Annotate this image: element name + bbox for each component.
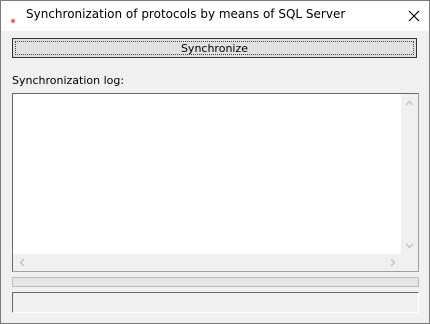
scroll-left-icon[interactable] (13, 254, 30, 271)
window-title: Synchronization of protocols by means of… (26, 7, 346, 21)
vertical-scrollbar[interactable] (401, 94, 418, 254)
close-icon (408, 7, 420, 26)
scroll-up-icon[interactable] (401, 94, 418, 111)
close-button[interactable] (399, 1, 429, 31)
title-bar[interactable]: Synchronization of protocols by means of… (1, 1, 429, 31)
synchronization-log[interactable] (12, 93, 419, 272)
horizontal-scrollbar[interactable] (13, 254, 401, 271)
scroll-down-icon[interactable] (401, 237, 418, 254)
scroll-corner (401, 254, 418, 271)
progress-bar (12, 277, 419, 287)
app-icon (9, 10, 17, 24)
synchronize-button[interactable]: Synchronize (12, 38, 417, 58)
log-label: Synchronization log: (12, 74, 125, 87)
log-content[interactable] (13, 94, 401, 254)
status-box (12, 292, 419, 313)
main-window: Synchronization of protocols by means of… (0, 0, 430, 324)
scroll-right-icon[interactable] (384, 254, 401, 271)
